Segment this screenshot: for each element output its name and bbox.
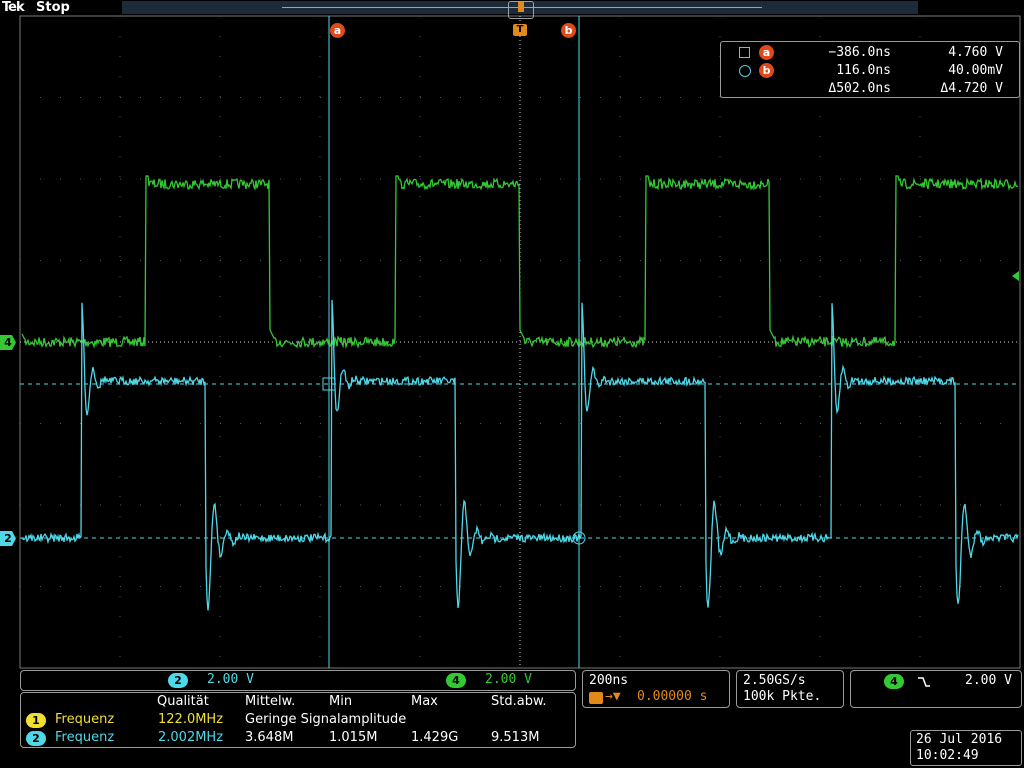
meas2-name: Frequenz [55,730,115,745]
acquisition-panel[interactable]: 2.50GS/s 100k Pkte. [736,670,844,708]
measurement-panel[interactable]: Qualität Mittelw. Min Max Std.abw. 1 Fre… [20,692,576,748]
meas1-badge: 1 [26,713,46,728]
record-length: 100k Pkte. [743,689,822,704]
meas2-max: 1.429G [411,730,459,745]
header-max: Max [411,694,438,709]
header-quality: Qualität [157,694,209,709]
horizontal-scale[interactable]: 200ns [589,673,628,688]
waveform-display[interactable] [0,0,1024,768]
cursor-a-value: 4.760 V [948,45,1003,60]
ch4-scale[interactable]: 2.00 V [485,672,532,687]
cursor-delta-time: Δ502.0ns [828,81,891,96]
trigger-position-icon [589,692,603,704]
datetime-panel: 26 Jul 2016 10:02:49 [910,730,1022,766]
cursor-b-readout: b 116.0ns 40.00mV [721,62,1021,80]
meas2-value: 2.002MHz [158,730,224,745]
circle-marker-icon [739,65,751,77]
cursor-a-marker[interactable]: a [330,23,345,38]
waveform-markers [322,377,586,545]
ch4-trace [21,175,1019,350]
cursor-b-marker[interactable]: b [561,23,576,38]
cursor-a-time: −386.0ns [828,45,891,60]
ch2-trace [21,299,1019,611]
header-min: Min [329,694,353,709]
meas1-note: Geringe Signalamplitude [245,712,407,727]
horizontal-position[interactable]: 0.00000 s [637,689,707,704]
cursor-readout: a −386.0ns 4.760 V b 116.0ns 40.00mV Δ50… [720,41,1020,98]
timebase-panel[interactable]: 200ns →▼ 0.00000 s [582,670,730,708]
cursor-b-time: 116.0ns [836,63,891,78]
meas2-mean: 3.648M [245,730,294,745]
arrow-icon: →▼ [605,689,621,704]
channel-scale-panel[interactable]: 2 2.00 V 4 2.00 V [20,670,576,691]
time-label: 10:02:49 [916,748,979,763]
cursor-delta-readout: Δ502.0ns Δ4.720 V [721,80,1021,98]
trigger-arrow-icon [518,2,524,12]
meas2-std: 9.513M [491,730,540,745]
sample-rate: 2.50GS/s [743,673,806,688]
header-std: Std.abw. [491,694,547,709]
meas1-value: 122.0MHz [158,712,224,727]
cursor-a-readout: a −386.0ns 4.760 V [721,44,1021,62]
trigger-source-badge: 4 [884,674,904,689]
trigger-position-marker[interactable]: T [513,24,527,36]
cursor-delta-value: Δ4.720 V [940,81,1003,96]
waveform-traces [21,175,1019,611]
meas1-name: Frequenz [55,712,115,727]
header-mean: Mittelw. [245,694,296,709]
cursor-a-badge: a [759,45,774,60]
meas2-badge: 2 [26,731,46,746]
ch4-badge: 4 [446,673,466,688]
trigger-level[interactable]: 2.00 V [965,673,1012,688]
cursor-b-badge: b [759,63,774,78]
ch2-scale[interactable]: 2.00 V [207,672,254,687]
trigger-panel[interactable]: 4 2.00 V [850,670,1022,708]
meas2-min: 1.015M [329,730,378,745]
date-label: 26 Jul 2016 [916,732,1003,747]
trigger-level-marker[interactable] [1012,271,1019,281]
falling-edge-icon [918,677,930,687]
cursor-b-value: 40.00mV [948,63,1003,78]
ch2-badge: 2 [168,673,188,688]
square-marker-icon [739,47,750,58]
